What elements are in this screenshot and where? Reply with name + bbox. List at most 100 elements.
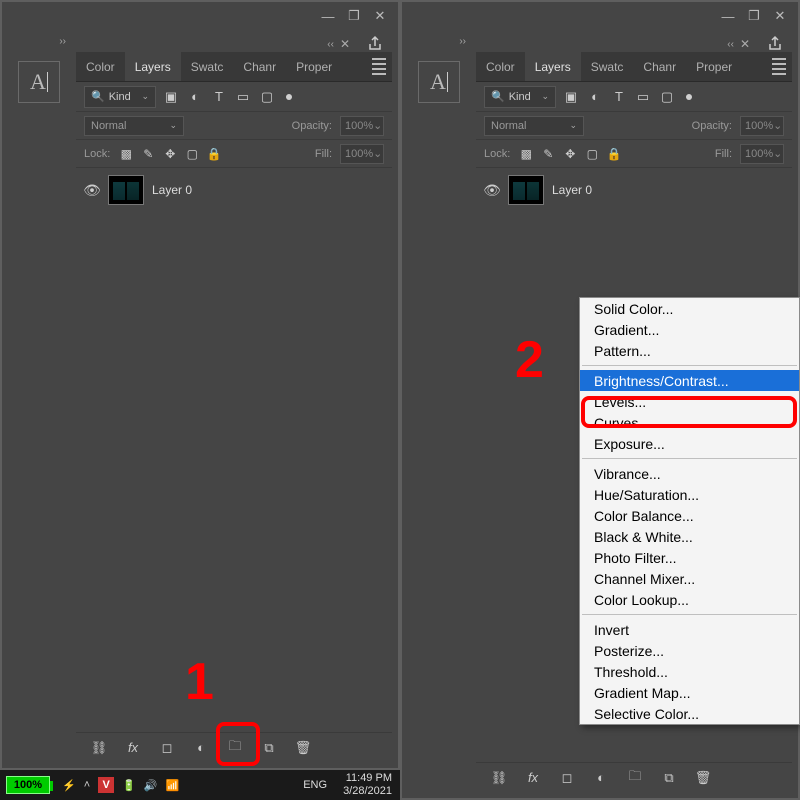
filter-shape-icon[interactable]: ▭ <box>634 88 652 106</box>
menu-item[interactable]: Color Balance... <box>580 505 799 526</box>
layer-mask-icon[interactable]: ◻ <box>558 769 576 787</box>
link-layers-icon[interactable]: ⛓ <box>490 769 508 787</box>
menu-item[interactable]: Black & White... <box>580 526 799 547</box>
taskbar-language[interactable]: ENG <box>295 779 335 791</box>
layer-row[interactable]: 👁 Layer 0 <box>76 172 392 208</box>
blend-mode-select[interactable]: Normal ⌄ <box>484 116 584 136</box>
menu-item[interactable]: Posterize... <box>580 640 799 661</box>
lock-artboard-icon[interactable]: ▢ <box>184 147 200 161</box>
lock-all-icon[interactable]: 🔒 <box>206 147 222 161</box>
link-layers-icon[interactable]: ⛓ <box>90 739 108 757</box>
filter-type-icon[interactable]: T <box>210 88 228 106</box>
menu-item[interactable]: Gradient... <box>580 319 799 340</box>
filter-shape-icon[interactable]: ▭ <box>234 88 252 106</box>
filter-pixel-icon[interactable]: ▣ <box>562 88 580 106</box>
close-button[interactable]: ✕ <box>368 6 392 26</box>
lock-move-icon[interactable]: ✥ <box>562 147 578 161</box>
menu-item[interactable]: Exposure... <box>580 433 799 454</box>
filter-smart-icon[interactable]: ▢ <box>658 88 676 106</box>
lock-transparency-icon[interactable]: ▩ <box>518 147 534 161</box>
menu-item[interactable]: Threshold... <box>580 661 799 682</box>
new-layer-icon[interactable]: ⧉ <box>260 739 278 757</box>
new-group-icon[interactable]: 🗀 <box>626 769 644 787</box>
minimize-button[interactable]: — <box>316 6 340 26</box>
panel-close-icon[interactable]: ✕ <box>740 37 750 51</box>
battery-indicator[interactable]: 100% <box>6 776 50 794</box>
panel-menu-icon[interactable] <box>766 52 792 81</box>
filter-adjustment-icon[interactable]: ◐ <box>586 88 604 106</box>
layer-thumbnail[interactable] <box>508 175 544 205</box>
lock-artboard-icon[interactable]: ▢ <box>584 147 600 161</box>
new-layer-icon[interactable]: ⧉ <box>660 769 678 787</box>
close-button[interactable]: ✕ <box>768 6 792 26</box>
menu-item[interactable]: Brightness/Contrast... <box>580 370 799 391</box>
minimize-button[interactable]: — <box>716 6 740 26</box>
layer-fx-icon[interactable]: fx <box>524 769 542 787</box>
taskbar-up-icon[interactable]: ˄ <box>84 779 90 791</box>
layer-name[interactable]: Layer 0 <box>152 183 192 197</box>
tab-color[interactable]: Color <box>76 52 125 81</box>
type-tool-preview[interactable]: A <box>18 61 60 103</box>
layer-name[interactable]: Layer 0 <box>552 183 592 197</box>
layer-mask-icon[interactable]: ◻ <box>158 739 176 757</box>
type-tool-preview[interactable]: A <box>418 61 460 103</box>
filter-adjustment-icon[interactable]: ◐ <box>186 88 204 106</box>
menu-item[interactable]: Invert <box>580 619 799 640</box>
taskbar-power-icon[interactable]: ⚡ <box>62 779 76 792</box>
menu-item[interactable]: Pattern... <box>580 340 799 361</box>
blend-mode-select[interactable]: Normal ⌄ <box>84 116 184 136</box>
menu-item[interactable]: Selective Color... <box>580 703 799 724</box>
filter-pixel-icon[interactable]: ▣ <box>162 88 180 106</box>
panel-menu-icon[interactable] <box>366 52 392 81</box>
layer-row[interactable]: 👁 Layer 0 <box>476 172 792 208</box>
collapse-chevrons-icon[interactable]: ‹‹ <box>327 39 334 50</box>
tab-properties[interactable]: Proper <box>686 52 742 81</box>
menu-item[interactable]: Gradient Map... <box>580 682 799 703</box>
collapse-chevrons-icon[interactable]: ‹‹ <box>727 39 734 50</box>
tab-channels[interactable]: Chanr <box>233 52 286 81</box>
expand-chevrons-icon[interactable]: ›› <box>459 36 466 47</box>
tab-channels[interactable]: Chanr <box>633 52 686 81</box>
maximize-button[interactable]: ❐ <box>742 6 766 26</box>
visibility-eye-icon[interactable]: 👁 <box>84 182 100 198</box>
menu-item[interactable]: Photo Filter... <box>580 547 799 568</box>
expand-chevrons-icon[interactable]: ›› <box>59 36 66 47</box>
menu-item[interactable]: Vibrance... <box>580 463 799 484</box>
tab-swatches[interactable]: Swatc <box>181 52 234 81</box>
filter-toggle-icon[interactable] <box>286 94 292 100</box>
taskbar-volume-icon[interactable]: 🔊 <box>144 779 158 792</box>
taskbar-wifi-icon[interactable]: 📶 <box>166 779 180 792</box>
delete-layer-icon[interactable]: 🗑 <box>294 739 312 757</box>
lock-move-icon[interactable]: ✥ <box>162 147 178 161</box>
visibility-eye-icon[interactable]: 👁 <box>484 182 500 198</box>
fill-input[interactable]: 100%⌄ <box>340 144 384 164</box>
lock-brush-icon[interactable]: ✎ <box>540 147 556 161</box>
tab-layers[interactable]: Layers <box>525 52 581 81</box>
adjustment-layer-icon[interactable]: ◐ <box>592 769 610 787</box>
menu-item[interactable]: Color Lookup... <box>580 589 799 610</box>
layer-fx-icon[interactable]: fx <box>124 739 142 757</box>
taskbar-app-v-icon[interactable]: V <box>98 777 114 793</box>
taskbar-battery-icon[interactable]: 🔋 <box>122 779 136 792</box>
taskbar-clock[interactable]: 11:49 PM 3/28/2021 <box>335 772 400 798</box>
opacity-input[interactable]: 100%⌄ <box>340 116 384 136</box>
adjustment-layer-icon[interactable]: ◐ <box>192 739 210 757</box>
filter-toggle-icon[interactable] <box>686 94 692 100</box>
opacity-input[interactable]: 100%⌄ <box>740 116 784 136</box>
filter-kind-select[interactable]: 🔍 Kind ⌄ <box>484 86 556 108</box>
delete-layer-icon[interactable]: 🗑 <box>694 769 712 787</box>
panel-close-icon[interactable]: ✕ <box>340 37 350 51</box>
lock-brush-icon[interactable]: ✎ <box>140 147 156 161</box>
filter-smart-icon[interactable]: ▢ <box>258 88 276 106</box>
tab-color[interactable]: Color <box>476 52 525 81</box>
lock-transparency-icon[interactable]: ▩ <box>118 147 134 161</box>
fill-input[interactable]: 100%⌄ <box>740 144 784 164</box>
tab-layers[interactable]: Layers <box>125 52 181 81</box>
menu-item[interactable]: Channel Mixer... <box>580 568 799 589</box>
layer-thumbnail[interactable] <box>108 175 144 205</box>
tab-properties[interactable]: Proper <box>286 52 342 81</box>
maximize-button[interactable]: ❐ <box>342 6 366 26</box>
menu-item[interactable]: Solid Color... <box>580 298 799 319</box>
lock-all-icon[interactable]: 🔒 <box>606 147 622 161</box>
filter-type-icon[interactable]: T <box>610 88 628 106</box>
